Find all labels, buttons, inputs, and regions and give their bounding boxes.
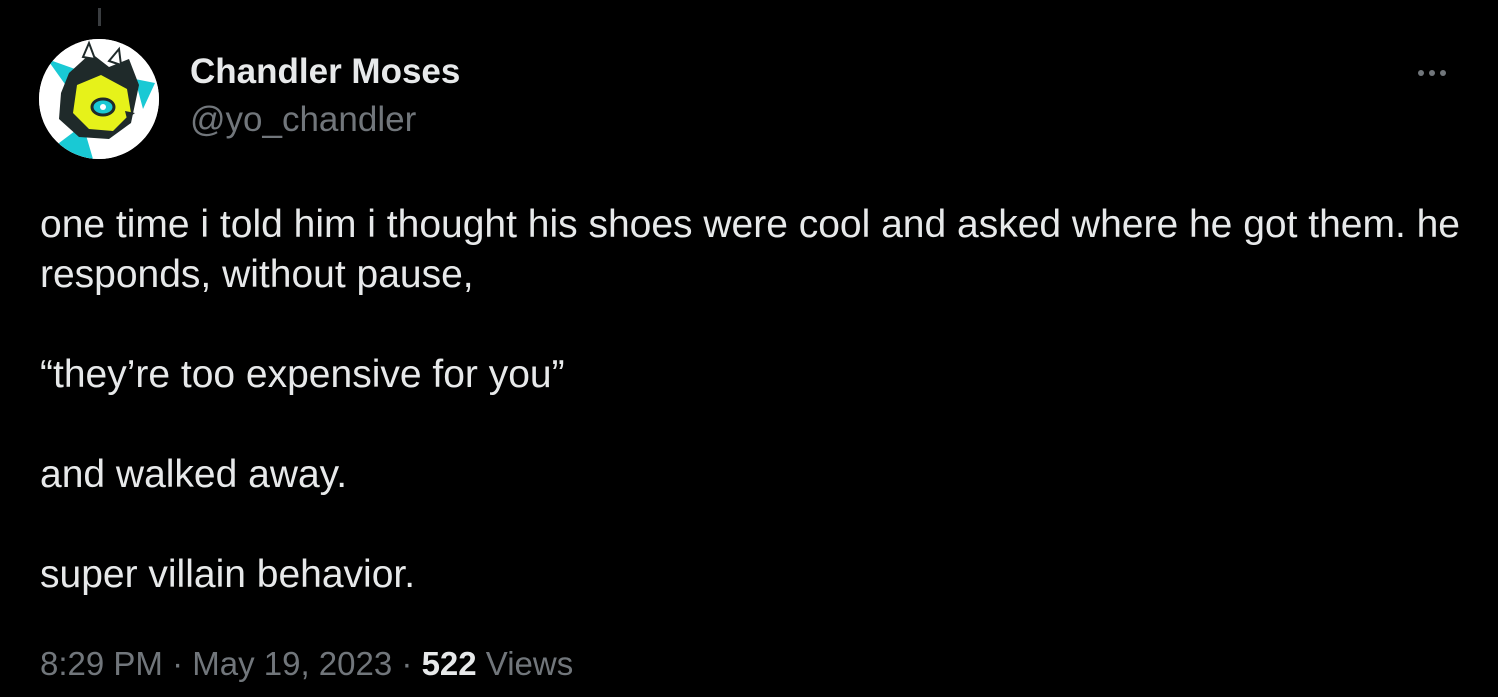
views-label: Views bbox=[485, 645, 574, 682]
thread-connector-line bbox=[98, 8, 101, 26]
tweet-paragraph: one time i told him i thought his shoes … bbox=[40, 203, 1460, 296]
more-horizontal-icon bbox=[1440, 70, 1446, 76]
meta-separator: · bbox=[172, 645, 184, 682]
author-handle[interactable]: @yo_chandler bbox=[190, 98, 460, 142]
author-block: Chandler Moses @yo_chandler bbox=[190, 50, 460, 142]
tweet-date[interactable]: May 19, 2023 bbox=[192, 645, 392, 682]
tweet-metadata: 8:29 PM · May 19, 2023 · 522 Views bbox=[40, 640, 573, 688]
meta-separator: · bbox=[401, 645, 413, 682]
author-display-name[interactable]: Chandler Moses bbox=[190, 50, 460, 94]
tweet-time[interactable]: 8:29 PM bbox=[40, 645, 163, 682]
tweet-paragraph: super villain behavior. bbox=[40, 553, 416, 596]
tweet-paragraph: and walked away. bbox=[40, 453, 348, 496]
views-count: 522 bbox=[421, 645, 477, 682]
fox-character-avatar-icon bbox=[39, 39, 159, 159]
tweet-text: one time i told him i thought his shoes … bbox=[40, 200, 1460, 600]
more-options-button[interactable] bbox=[1408, 58, 1456, 88]
tweet-paragraph: “they’re too expensive for you” bbox=[40, 353, 565, 396]
more-horizontal-icon bbox=[1418, 70, 1424, 76]
more-horizontal-icon bbox=[1429, 70, 1435, 76]
avatar[interactable] bbox=[39, 39, 159, 159]
